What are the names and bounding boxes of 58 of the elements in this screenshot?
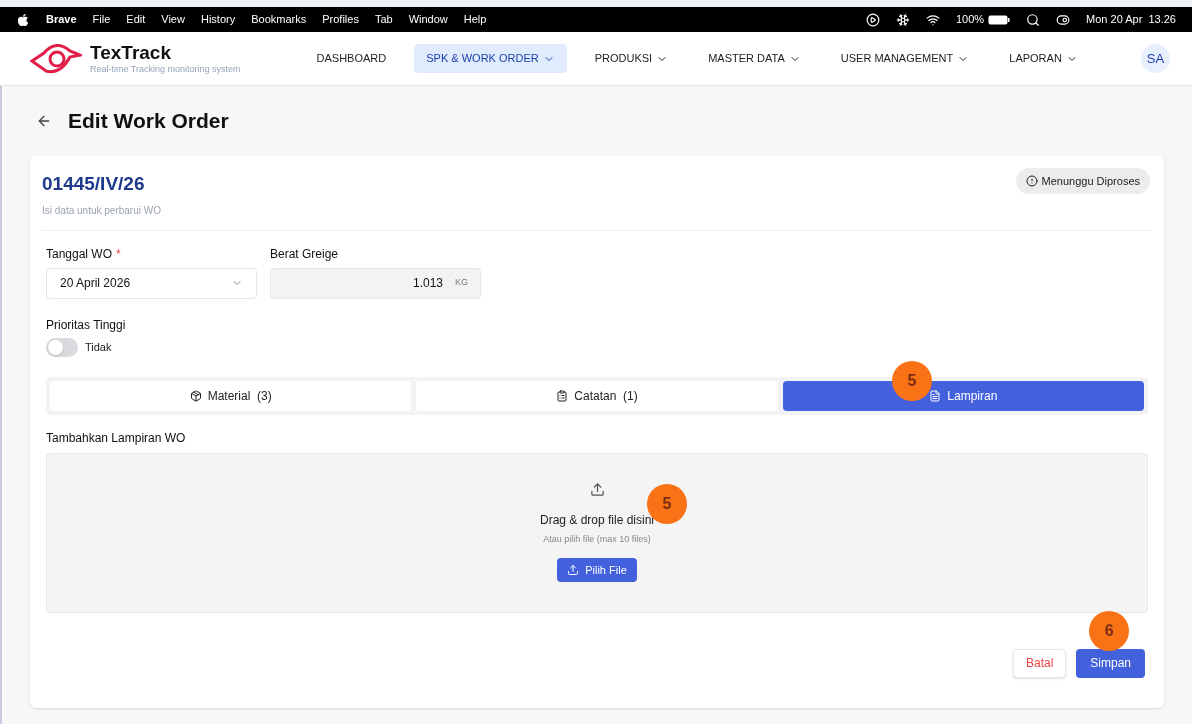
nav-tab[interactable]: DASHBOARD — [304, 44, 399, 73]
back-icon[interactable] — [36, 113, 52, 129]
user-avatar[interactable]: SA — [1141, 44, 1170, 73]
menu-item[interactable]: Bookmarks — [251, 11, 307, 28]
apple-icon[interactable] — [16, 12, 30, 27]
drop-hint: Atau pilih file (max 10 files) — [543, 532, 651, 546]
upload-icon — [567, 564, 580, 576]
menu-item[interactable]: Tab — [374, 11, 393, 28]
field-label: Berat Greige — [270, 245, 340, 263]
nav-tab[interactable]: SPK & WORK ORDER — [414, 44, 567, 73]
cancel-button[interactable]: Batal — [1012, 648, 1067, 678]
drop-title: Drag & drop file disini — [539, 511, 655, 529]
battery-icon[interactable] — [988, 14, 1011, 25]
menu-app-name[interactable]: Brave — [46, 11, 77, 28]
brand-name: TexTrack — [90, 43, 172, 62]
weight-field[interactable]: 1.013 KG — [270, 267, 481, 299]
menu-item[interactable]: Window — [408, 11, 448, 28]
menu-item[interactable]: View — [161, 11, 185, 28]
menu-clock: Mon 20 Apr 13.26 — [1086, 12, 1176, 28]
battery-percent: 100% — [955, 12, 985, 28]
alert-icon — [1025, 175, 1038, 187]
save-button[interactable]: Simpan — [1076, 648, 1145, 678]
upload-icon — [589, 481, 605, 497]
box-icon — [189, 389, 202, 402]
nav-tab[interactable]: USER MANAGEMENT — [828, 44, 982, 73]
drop-zone[interactable]: Drag & drop file disini Atau pilih file (max 10 files) Pilih File 5 — [46, 452, 1148, 613]
search-icon[interactable] — [1026, 12, 1041, 27]
switch-label: Tidak — [85, 339, 112, 355]
section-tab[interactable]: Catatan (1) — [416, 380, 778, 411]
clipboard-icon — [556, 389, 569, 402]
menu-item[interactable]: Edit — [126, 11, 146, 28]
choose-file-button[interactable]: Pilih File — [557, 558, 637, 582]
section-label: Tambahkan Lampiran WO — [46, 429, 187, 447]
field-label: Prioritas Tinggi — [46, 316, 127, 334]
menu-item[interactable]: Profiles — [322, 11, 359, 28]
nav-tab[interactable]: LAPORAN — [997, 44, 1090, 73]
date-select[interactable]: 20 April 2026 — [46, 267, 257, 299]
nav-tab[interactable]: PRODUKSI — [582, 44, 681, 73]
status-badge: Menunggu Diproses — [1015, 168, 1150, 194]
section-tab[interactable]: Material (3) — [50, 380, 412, 411]
document-icon — [929, 389, 942, 402]
wifi-icon[interactable] — [925, 12, 940, 27]
unit-label: KG — [455, 276, 468, 290]
card-subtitle: Isi data untuk perbarui WO — [42, 203, 161, 218]
field-label: Tanggal WO — [46, 245, 113, 263]
priority-switch[interactable] — [46, 337, 78, 357]
step-marker: 6 — [1089, 610, 1130, 651]
snowflake-icon[interactable] — [895, 12, 910, 27]
brand-tagline: Real-time Tracking monitoring system — [90, 65, 241, 74]
menu-item[interactable]: Help — [463, 11, 487, 28]
play-icon[interactable] — [865, 12, 880, 27]
page-title: Edit Work Order — [68, 108, 229, 135]
menu-item[interactable]: History — [200, 11, 236, 28]
required-mark: * — [116, 245, 121, 263]
menu-item[interactable]: File — [92, 11, 111, 28]
step-marker: 5 — [892, 360, 932, 401]
wo-number: 01445/IV/26 — [42, 172, 146, 196]
nav-tab[interactable]: MASTER DATA — [696, 44, 813, 73]
